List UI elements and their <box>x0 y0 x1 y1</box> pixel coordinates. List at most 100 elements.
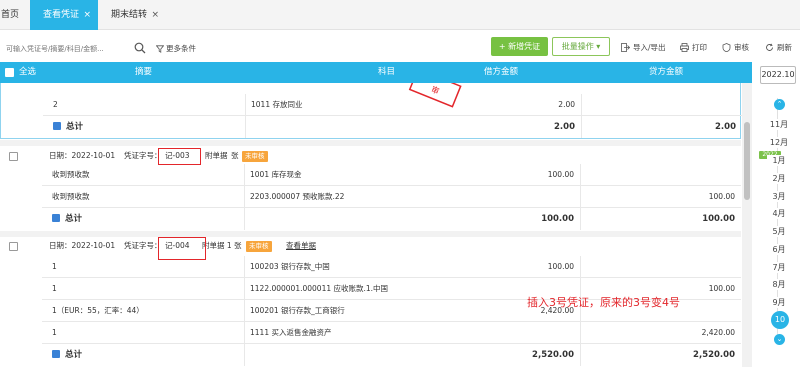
batch-operations-label: 批量操作 <box>561 42 594 51</box>
line-summary: 收到预收款 <box>52 192 90 201</box>
review-label: 审核 <box>734 43 749 52</box>
sum-icon <box>52 213 60 222</box>
voucher-list: 2 1011 存放同业 2.00 总计 2.00 2.00 审 日期：2022-… <box>0 83 752 367</box>
table-row: 1 100203 银行存款_中国 100.00 <box>42 256 741 278</box>
table-row: 收到预收款 2203.000007 预收账款.22 100.00 <box>42 186 741 208</box>
line-credit: 100.00 <box>708 192 735 201</box>
month-item[interactable]: 4月 <box>767 208 791 219</box>
voucher-info-row: 日期：2022-10-01 凭证字号： 记-004 附单据 1 张 未审核 查看… <box>42 235 741 257</box>
month-item[interactable]: 5月 <box>767 226 791 237</box>
line-summary: 1 <box>52 262 57 271</box>
tab-bar: 首页 查看凭证 × 期末结转 × <box>0 0 800 30</box>
search-icon[interactable] <box>134 42 146 54</box>
line-subject: 1001 库存现金 <box>250 170 302 179</box>
voucher-checkbox[interactable] <box>9 152 18 161</box>
refresh-button[interactable]: 刷新 <box>765 42 792 53</box>
header-credit: 贷方金额 <box>649 67 684 77</box>
tab-home-label: 首页 <box>1 10 20 20</box>
voucher-checkbox[interactable] <box>9 242 18 251</box>
line-summary: 1 <box>52 284 57 293</box>
total-credit: 100.00 <box>702 214 735 224</box>
total-label: 总计 <box>53 116 83 138</box>
tab-period-end-carryover[interactable]: 期末结转 × <box>111 0 171 30</box>
table-header: 全选 摘要 科目 借方金额 贷方金额 <box>0 62 752 83</box>
sum-icon <box>53 121 61 130</box>
tab-period-end-label: 期末结转 <box>111 10 148 20</box>
header-summary: 摘要 <box>135 67 153 77</box>
highlight-box <box>158 148 201 165</box>
voucher-date: 日期：2022-10-01 <box>49 241 116 250</box>
line-subject: 1011 存放同业 <box>251 100 303 109</box>
add-voucher-button[interactable]: + 新增凭证 <box>491 37 548 56</box>
select-all-label: 全选 <box>19 67 37 77</box>
line-subject: 1122.000001.000011 应收账款.1.中国 <box>250 284 389 293</box>
line-summary: 1（EUR：55，汇率：44） <box>52 306 144 315</box>
table-row: 2 1011 存放同业 2.00 <box>43 94 742 116</box>
header-debit: 借方金额 <box>484 67 519 77</box>
line-debit: 100.00 <box>547 170 574 179</box>
chevron-down-icon[interactable]: ⌄ <box>774 334 785 345</box>
printer-icon <box>680 43 689 52</box>
month-item[interactable]: 1月 <box>767 155 791 166</box>
month-item[interactable]: 2月 <box>767 173 791 184</box>
review-icon <box>722 43 731 52</box>
total-row: 总计 2.00 2.00 <box>43 116 742 138</box>
total-row: 总计 2,520.00 2,520.00 <box>42 344 741 366</box>
total-credit: 2,520.00 <box>693 350 735 360</box>
month-item[interactable]: 9月 <box>767 297 791 308</box>
line-debit: 100.00 <box>547 262 574 271</box>
batch-operations-button[interactable]: 批量操作 ▾ <box>552 37 610 56</box>
line-subject: 2203.000007 预收账款.22 <box>250 192 345 201</box>
close-icon[interactable]: × <box>151 0 159 30</box>
total-debit: 100.00 <box>541 214 574 224</box>
line-credit: 2,420.00 <box>701 328 735 337</box>
select-all-checkbox[interactable] <box>5 68 14 77</box>
month-item-current[interactable]: 10月 <box>771 311 789 342</box>
line-summary: 收到预收款 <box>52 170 90 179</box>
line-subject: 100203 银行存款_中国 <box>250 262 330 271</box>
period-select[interactable]: 2022.10 <box>760 66 796 84</box>
line-summary: 2 <box>53 100 58 109</box>
month-item[interactable]: 3月 <box>767 191 791 202</box>
total-debit: 2.00 <box>554 122 575 132</box>
voucher-block: 2 1011 存放同业 2.00 总计 2.00 2.00 <box>0 83 742 139</box>
chevron-up-icon[interactable]: ⌃ <box>774 99 785 110</box>
line-subject: 100201 银行存款_工商银行 <box>250 306 345 315</box>
more-filters-button[interactable]: 更多条件 <box>156 43 196 54</box>
voucher-attachments: 附单据 1 张 <box>202 241 242 250</box>
month-navigator: 2022.10 ⌃ 11月 12月 2022 1月 2月 3月 4月 5月 6月… <box>756 62 800 367</box>
svg-text:审: 审 <box>430 84 441 96</box>
total-debit: 2,520.00 <box>532 350 574 360</box>
tab-home[interactable]: 首页 <box>0 0 30 30</box>
total-credit: 2.00 <box>715 122 736 132</box>
table-row: 1 1111 买入返售金融资产 2,420.00 <box>42 322 741 344</box>
line-summary: 1 <box>52 328 57 337</box>
scrollbar-thumb[interactable] <box>744 122 750 200</box>
tab-view-voucher[interactable]: 查看凭证 × <box>30 0 98 30</box>
view-documents-link[interactable]: 查看单据 <box>286 235 316 257</box>
refresh-label: 刷新 <box>777 43 792 52</box>
month-item[interactable]: 6月 <box>767 244 791 255</box>
print-button[interactable]: 打印 <box>680 42 707 53</box>
line-subject: 1111 买入返售金融资产 <box>250 328 332 337</box>
review-button[interactable]: 审核 <box>722 42 749 53</box>
status-badge: 未审核 <box>242 151 268 162</box>
line-credit: 100.00 <box>708 284 735 293</box>
review-stamp: 审 <box>408 83 462 108</box>
close-icon[interactable]: × <box>83 0 91 30</box>
total-label: 总计 <box>52 344 82 366</box>
header-subject: 科目 <box>378 67 396 77</box>
vertical-scrollbar[interactable] <box>742 83 752 367</box>
status-badge: 未审核 <box>246 241 272 252</box>
more-filters-label: 更多条件 <box>166 44 196 53</box>
month-item[interactable]: 12月 <box>767 137 791 148</box>
import-export-label: 导入/导出 <box>633 43 666 52</box>
month-item[interactable]: 7月 <box>767 262 791 273</box>
month-item[interactable]: 11月 <box>767 119 791 130</box>
import-export-icon <box>621 43 630 52</box>
import-export-button[interactable]: 导入/导出 <box>621 42 666 53</box>
filter-icon <box>156 44 164 53</box>
month-item[interactable]: 8月 <box>767 279 791 290</box>
search-input[interactable] <box>6 42 128 56</box>
print-label: 打印 <box>692 43 707 52</box>
